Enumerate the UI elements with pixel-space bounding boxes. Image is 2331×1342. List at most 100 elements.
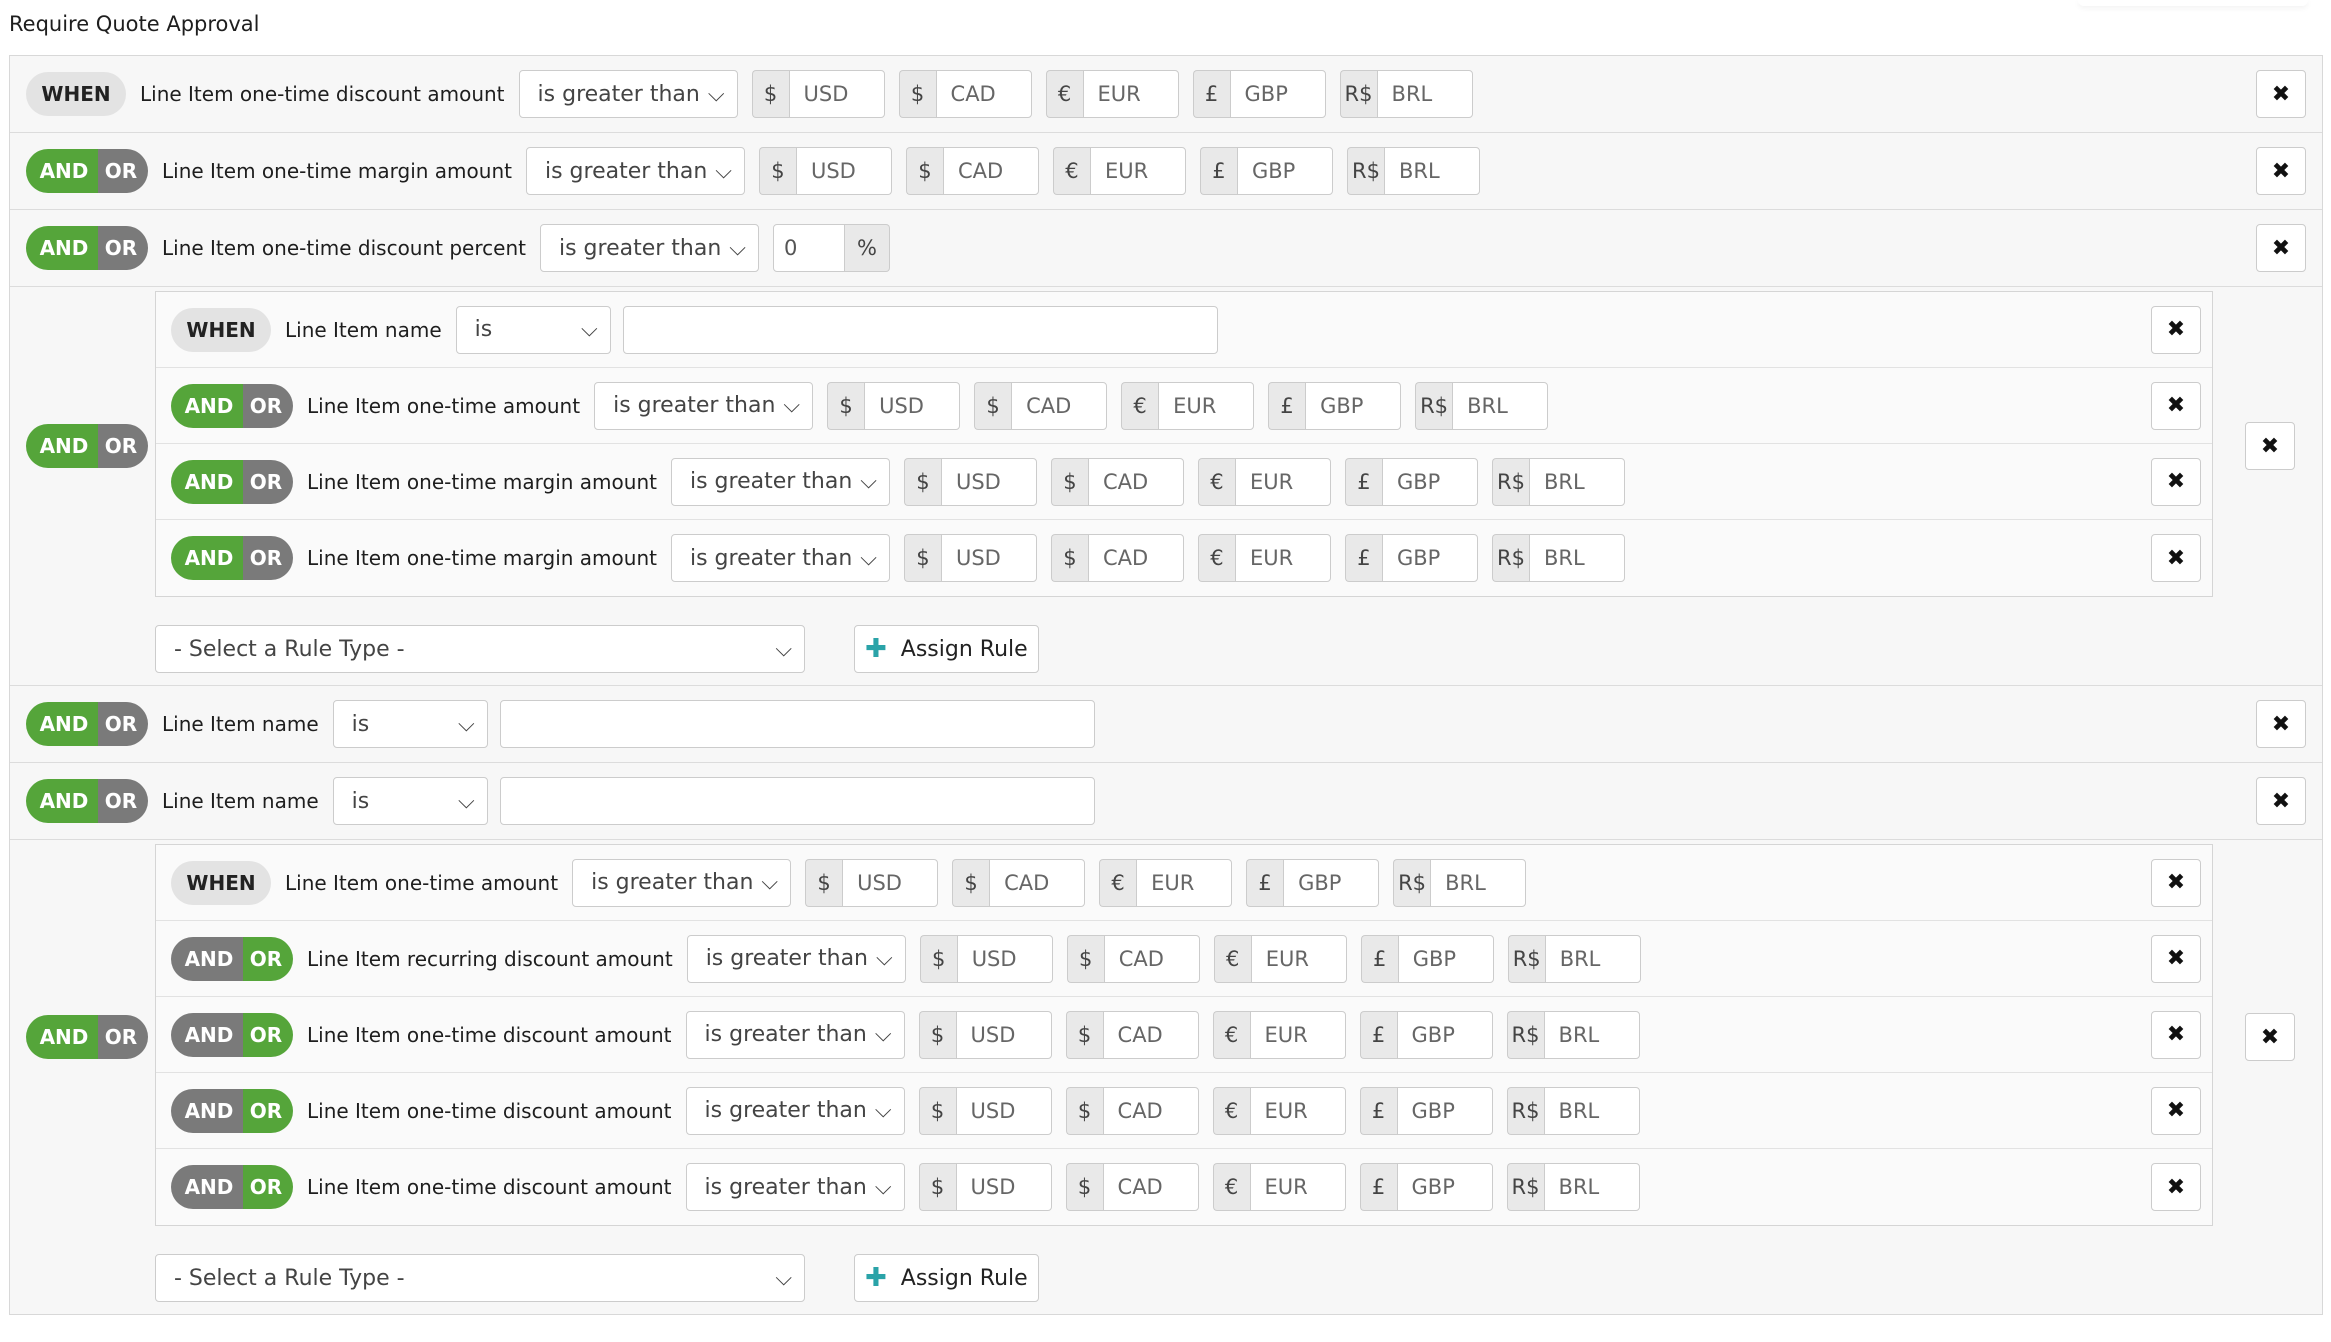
and-option[interactable]: AND: [171, 459, 243, 504]
assign-rule-button[interactable]: ✚ Assign Rule: [854, 1254, 1039, 1302]
currency-amount-field[interactable]: EUR: [1136, 858, 1233, 907]
currency-amount-field[interactable]: EUR: [1234, 534, 1331, 582]
currency-amount-field[interactable]: BRL: [1543, 1010, 1640, 1059]
or-option[interactable]: OR: [243, 1012, 293, 1057]
operator-select[interactable]: is greater than ⌵: [685, 1163, 905, 1211]
currency-amount-field[interactable]: GBP: [1396, 1010, 1493, 1059]
currency-amount-field[interactable]: EUR: [1249, 1086, 1346, 1135]
remove-rule-button[interactable]: ✖: [2151, 858, 2201, 907]
currency-amount-field[interactable]: EUR: [1234, 457, 1331, 506]
and-option[interactable]: AND: [26, 424, 98, 468]
remove-rule-button[interactable]: ✖: [2151, 534, 2201, 582]
text-value-field[interactable]: [499, 777, 1095, 825]
and-or-toggle[interactable]: AND OR: [26, 1015, 148, 1059]
and-or-toggle[interactable]: AND OR: [171, 1012, 293, 1057]
currency-amount-field[interactable]: BRL: [1543, 1086, 1640, 1135]
currency-amount-field[interactable]: EUR: [1089, 147, 1186, 195]
remove-rule-button[interactable]: ✖: [2151, 1163, 2201, 1211]
currency-amount-field[interactable]: CAD: [935, 70, 1032, 118]
currency-amount-field[interactable]: EUR: [1249, 1163, 1346, 1211]
rule-type-select[interactable]: - Select a Rule Type - ⌵: [155, 625, 805, 673]
currency-amount-field[interactable]: CAD: [989, 858, 1086, 907]
currency-amount-field[interactable]: BRL: [1544, 934, 1641, 983]
and-or-toggle[interactable]: AND OR: [26, 702, 148, 746]
currency-amount-field[interactable]: BRL: [1528, 457, 1625, 506]
rule-type-select[interactable]: - Select a Rule Type - ⌵: [155, 1254, 805, 1302]
currency-amount-field[interactable]: CAD: [1087, 534, 1184, 582]
or-option[interactable]: OR: [98, 226, 148, 270]
currency-amount-field[interactable]: CAD: [1103, 934, 1200, 983]
or-option[interactable]: OR: [243, 1165, 293, 1209]
text-value-field[interactable]: [622, 305, 1218, 354]
operator-select[interactable]: is greater than ⌵: [525, 147, 745, 195]
or-option[interactable]: OR: [98, 424, 148, 468]
remove-rule-button[interactable]: ✖: [2256, 147, 2306, 195]
remove-rule-button[interactable]: ✖: [2151, 381, 2201, 430]
remove-rule-button[interactable]: ✖: [2256, 700, 2306, 748]
assign-rule-button[interactable]: ✚ Assign Rule: [854, 625, 1039, 673]
currency-amount-field[interactable]: GBP: [1397, 934, 1494, 983]
currency-amount-field[interactable]: EUR: [1250, 934, 1347, 983]
operator-select[interactable]: is greater than ⌵: [685, 1086, 905, 1135]
or-option[interactable]: OR: [243, 1088, 293, 1133]
currency-amount-field[interactable]: BRL: [1528, 534, 1625, 582]
and-option[interactable]: AND: [26, 779, 98, 823]
currency-amount-field[interactable]: BRL: [1376, 70, 1473, 118]
remove-rule-button[interactable]: ✖: [2256, 224, 2306, 272]
and-or-toggle[interactable]: AND OR: [171, 1165, 293, 1209]
operator-select[interactable]: is ⌵: [332, 700, 488, 748]
currency-amount-field[interactable]: GBP: [1396, 1086, 1493, 1135]
remove-rule-button[interactable]: ✖: [2151, 457, 2201, 506]
and-option[interactable]: AND: [171, 1088, 243, 1133]
currency-amount-field[interactable]: USD: [940, 457, 1037, 506]
remove-rule-button[interactable]: ✖: [2245, 1013, 2295, 1061]
currency-amount-field[interactable]: GBP: [1305, 381, 1402, 430]
percent-value-field[interactable]: 0: [772, 224, 845, 272]
and-or-toggle[interactable]: AND OR: [26, 424, 148, 468]
remove-rule-button[interactable]: ✖: [2151, 1086, 2201, 1135]
currency-amount-field[interactable]: EUR: [1158, 381, 1255, 430]
and-or-toggle[interactable]: AND OR: [171, 1088, 293, 1133]
operator-select[interactable]: is greater than ⌵: [670, 534, 890, 582]
or-option[interactable]: OR: [98, 1015, 148, 1059]
operator-select[interactable]: is greater than ⌵: [685, 1010, 905, 1059]
remove-rule-button[interactable]: ✖: [2151, 934, 2201, 983]
operator-select[interactable]: is ⌵: [455, 305, 611, 354]
remove-rule-button[interactable]: ✖: [2256, 70, 2306, 118]
currency-amount-field[interactable]: USD: [955, 1086, 1052, 1135]
currency-amount-field[interactable]: GBP: [1381, 457, 1478, 506]
and-or-toggle[interactable]: AND OR: [26, 779, 148, 823]
currency-amount-field[interactable]: USD: [940, 534, 1037, 582]
or-option[interactable]: OR: [243, 936, 293, 981]
currency-amount-field[interactable]: USD: [795, 147, 892, 195]
currency-amount-field[interactable]: USD: [788, 70, 885, 118]
operator-select[interactable]: is greater than ⌵: [594, 381, 814, 430]
operator-select[interactable]: is greater than ⌵: [670, 457, 890, 506]
operator-select[interactable]: is greater than ⌵: [686, 934, 906, 983]
and-option[interactable]: AND: [26, 702, 98, 746]
and-or-toggle[interactable]: AND OR: [171, 383, 293, 428]
currency-amount-field[interactable]: CAD: [1102, 1163, 1199, 1211]
currency-amount-field[interactable]: CAD: [1102, 1086, 1199, 1135]
or-option[interactable]: OR: [243, 459, 293, 504]
currency-amount-field[interactable]: USD: [955, 1163, 1052, 1211]
currency-amount-field[interactable]: EUR: [1082, 70, 1179, 118]
currency-amount-field[interactable]: BRL: [1430, 858, 1527, 907]
and-or-toggle[interactable]: AND OR: [26, 149, 148, 193]
and-option[interactable]: AND: [171, 1012, 243, 1057]
currency-amount-field[interactable]: BRL: [1452, 381, 1549, 430]
and-option[interactable]: AND: [171, 383, 243, 428]
currency-amount-field[interactable]: USD: [955, 1010, 1052, 1059]
and-or-toggle[interactable]: AND OR: [26, 226, 148, 270]
and-option[interactable]: AND: [171, 536, 243, 580]
operator-select[interactable]: is greater than ⌵: [539, 224, 759, 272]
or-option[interactable]: OR: [98, 779, 148, 823]
currency-amount-field[interactable]: CAD: [942, 147, 1039, 195]
currency-amount-field[interactable]: GBP: [1396, 1163, 1493, 1211]
currency-amount-field[interactable]: CAD: [1087, 457, 1184, 506]
currency-amount-field[interactable]: USD: [956, 934, 1053, 983]
remove-rule-button[interactable]: ✖: [2151, 1010, 2201, 1059]
operator-select[interactable]: is ⌵: [332, 777, 488, 825]
or-option[interactable]: OR: [243, 536, 293, 580]
currency-amount-field[interactable]: GBP: [1229, 70, 1326, 118]
